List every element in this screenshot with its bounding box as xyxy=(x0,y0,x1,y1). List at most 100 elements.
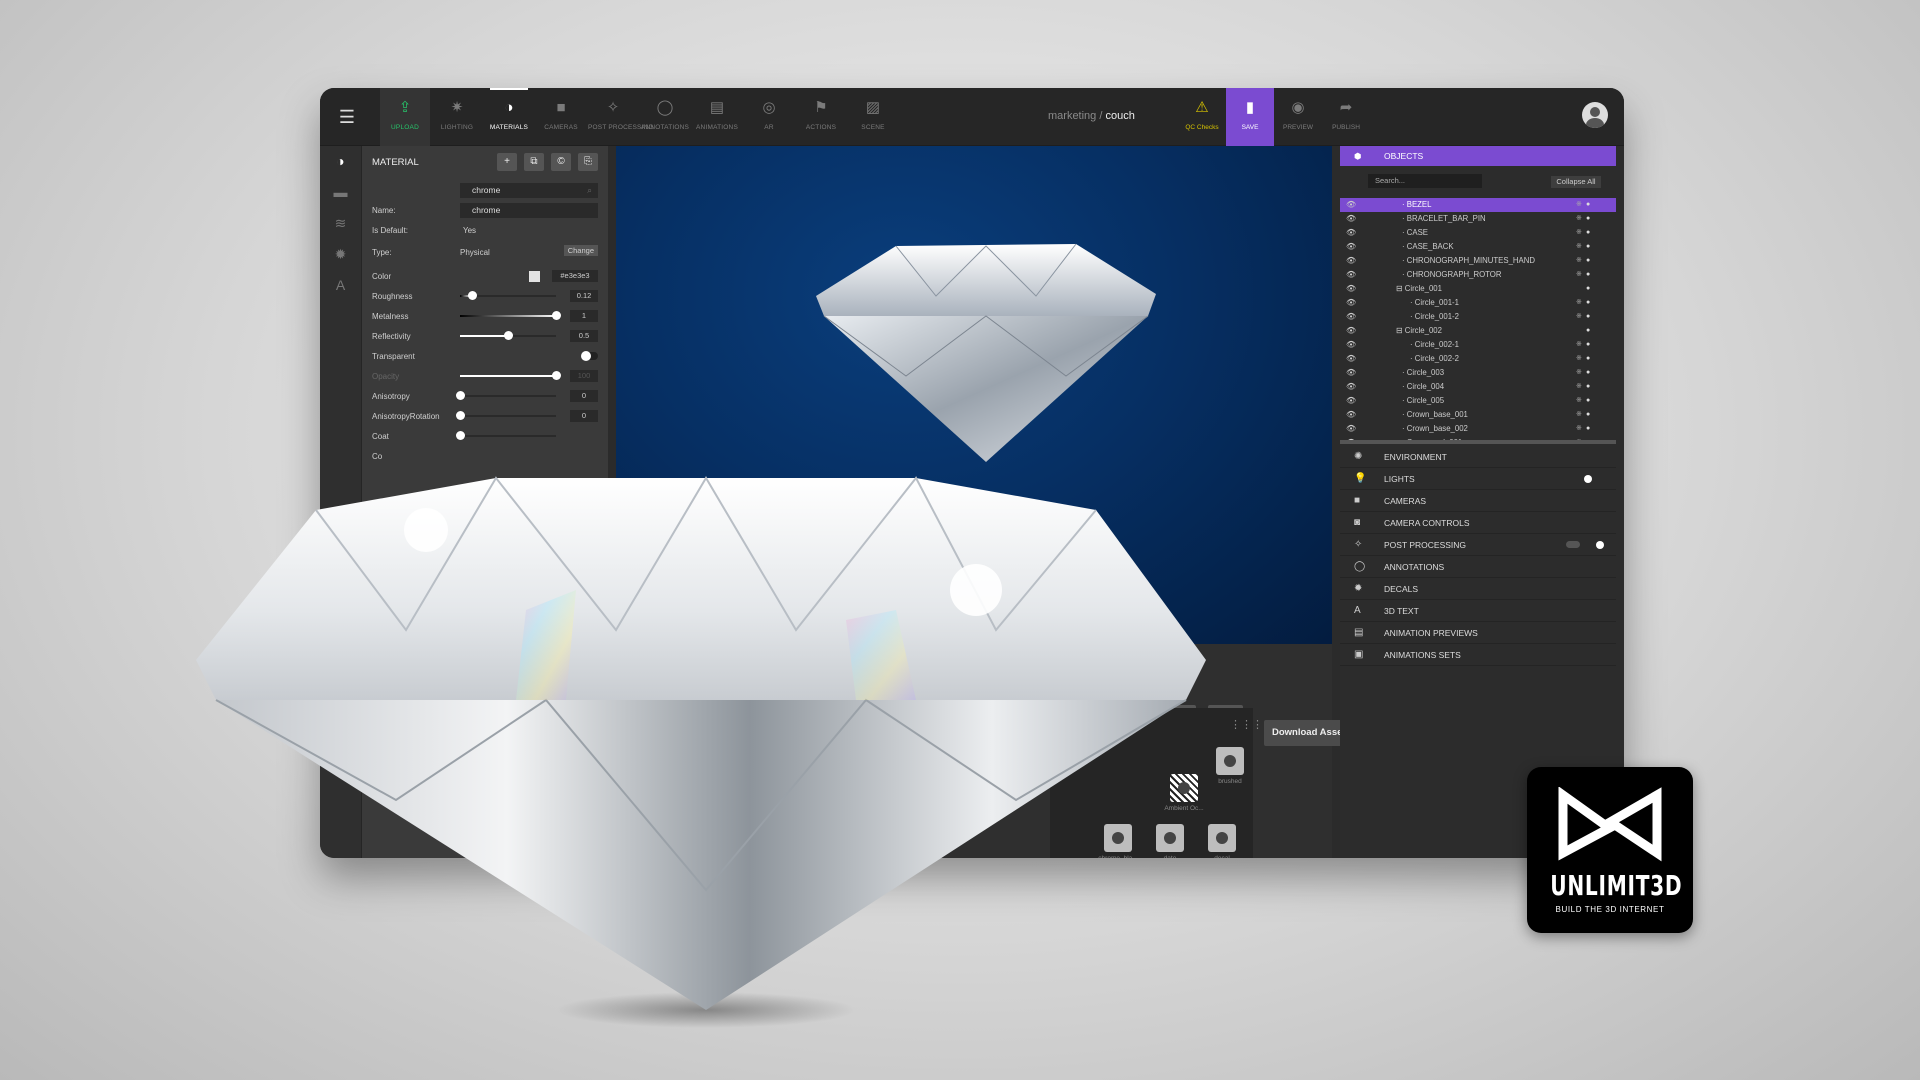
slider-handle[interactable] xyxy=(456,391,465,400)
transparent-toggle[interactable] xyxy=(581,351,598,361)
text-3d-icon[interactable]: A xyxy=(320,270,361,301)
object-settings-icon[interactable]: ● xyxy=(1586,394,1590,408)
opacity-slider[interactable] xyxy=(460,371,561,380)
paste-material-button[interactable]: ⎘ xyxy=(578,153,598,171)
tool-materials[interactable]: ◑ MATERIALS xyxy=(484,88,534,146)
collapse-group-icon[interactable]: ⊟ xyxy=(1396,326,1405,335)
color-swatch[interactable] xyxy=(529,271,540,282)
material-pattern-icon[interactable]: ※ xyxy=(1576,310,1582,324)
material-pattern-icon[interactable]: ※ xyxy=(1576,338,1582,352)
object-settings-icon[interactable]: ● xyxy=(1586,212,1590,226)
object-settings-icon[interactable]: ● xyxy=(1586,422,1590,436)
visibility-eye-icon[interactable]: 👁 xyxy=(1346,212,1356,226)
asset-thumbnail-brushed[interactable] xyxy=(1216,747,1244,775)
object-row[interactable]: 👁 · CHRONOGRAPH_MINUTES_HAND ※ ● xyxy=(1340,254,1616,268)
object-settings-icon[interactable]: ● xyxy=(1586,324,1590,338)
toolbar-save-button[interactable]: ▮ SAVE xyxy=(1226,88,1274,146)
visibility-eye-icon[interactable]: 👁 xyxy=(1346,240,1356,254)
material-pattern-icon[interactable]: ※ xyxy=(1576,226,1582,240)
section-animations-sets[interactable]: ▣ ANIMATIONS SETS xyxy=(1340,644,1616,666)
reflectivity-value-input[interactable]: 0.5 xyxy=(570,330,598,342)
anisotropyrotation-slider[interactable] xyxy=(456,411,556,420)
object-row[interactable]: 👁 · Circle_002-2 ※ ● xyxy=(1340,352,1616,366)
breadcrumb-workspace[interactable]: marketing xyxy=(1048,110,1096,122)
object-row[interactable]: 👁 · Circle_005 ※ ● xyxy=(1340,394,1616,408)
user-avatar[interactable] xyxy=(1582,102,1608,128)
slider-handle[interactable] xyxy=(504,331,513,340)
visibility-eye-icon[interactable]: 👁 xyxy=(1346,338,1356,352)
tool-post-processing[interactable]: ✧ POST PROCESSING xyxy=(588,88,654,146)
tool-annotations[interactable]: ◯ ANNOTATIONS xyxy=(640,88,690,146)
menu-icon[interactable]: ☰ xyxy=(334,104,360,130)
grid-view-icon[interactable]: ⋮⋮⋮ xyxy=(1230,718,1263,731)
object-settings-icon[interactable]: ● xyxy=(1586,198,1590,212)
material-pattern-icon[interactable]: ※ xyxy=(1576,366,1582,380)
visibility-eye-icon[interactable]: 👁 xyxy=(1346,380,1356,394)
object-row[interactable]: 👁 ⊟ Circle_002 ● xyxy=(1340,324,1616,338)
materials-icon[interactable]: ◑ xyxy=(320,146,361,177)
opacity-value-input[interactable]: 100 xyxy=(570,370,598,382)
material-search-input[interactable]: chrome ⌕ xyxy=(460,182,598,198)
slider-handle[interactable] xyxy=(456,431,465,440)
post-processing-enable-dot[interactable] xyxy=(1596,541,1604,549)
tool-ar[interactable]: ◎ AR xyxy=(744,88,794,146)
material-pattern-icon[interactable]: ※ xyxy=(1576,268,1582,282)
tool-scene[interactable]: ▨ SCENE xyxy=(848,88,898,146)
object-settings-icon[interactable]: ● xyxy=(1586,282,1590,296)
object-row[interactable]: 👁 · Circle_004 ※ ● xyxy=(1340,380,1616,394)
toolbar-qc-checks-button[interactable]: ⚠ QC Checks xyxy=(1178,88,1226,146)
object-settings-icon[interactable]: ● xyxy=(1586,380,1590,394)
post-processing-toggle[interactable] xyxy=(1566,541,1580,548)
collapse-group-icon[interactable]: ⊟ xyxy=(1396,284,1405,293)
decal-icon[interactable]: ✹ xyxy=(320,239,361,270)
object-row[interactable]: 👁 · Circle_003 ※ ● xyxy=(1340,366,1616,380)
material-pattern-icon[interactable]: ※ xyxy=(1576,422,1582,436)
material-pattern-icon[interactable]: ※ xyxy=(1576,380,1582,394)
tool-upload[interactable]: ⇪ UPLOAD xyxy=(380,88,430,146)
slider-handle[interactable] xyxy=(467,291,477,300)
object-row[interactable]: 👁 ⊟ Circle_001 ● xyxy=(1340,282,1616,296)
change-type-button[interactable]: Change xyxy=(563,245,598,256)
material-pattern-icon[interactable]: ※ xyxy=(1576,254,1582,268)
object-settings-icon[interactable]: ● xyxy=(1586,408,1590,422)
slider-handle[interactable] xyxy=(456,411,465,420)
section-annotations[interactable]: ◯ ANNOTATIONS xyxy=(1340,556,1616,578)
object-settings-icon[interactable]: ● xyxy=(1586,254,1590,268)
visibility-eye-icon[interactable]: 👁 xyxy=(1346,352,1356,366)
section-environment[interactable]: ✺ ENVIRONMENT xyxy=(1340,446,1616,468)
object-settings-icon[interactable]: ● xyxy=(1586,366,1590,380)
material-name-input[interactable]: chrome xyxy=(460,202,598,218)
visibility-eye-icon[interactable]: 👁 xyxy=(1346,310,1356,324)
copy-material-button[interactable]: © xyxy=(551,153,571,171)
section-cameras[interactable]: ■ CAMERAS xyxy=(1340,490,1616,512)
objects-header[interactable]: ⬢ OBJECTS xyxy=(1340,146,1616,166)
material-pattern-icon[interactable]: ※ xyxy=(1576,198,1582,212)
material-pattern-icon[interactable]: ※ xyxy=(1576,352,1582,366)
visibility-eye-icon[interactable]: 👁 xyxy=(1346,226,1356,240)
object-settings-icon[interactable]: ● xyxy=(1586,310,1590,324)
slider-handle[interactable] xyxy=(552,311,561,320)
visibility-eye-icon[interactable]: 👁 xyxy=(1346,198,1356,212)
section-3d-text[interactable]: A 3D TEXT xyxy=(1340,600,1616,622)
visibility-eye-icon[interactable]: 👁 xyxy=(1346,296,1356,310)
object-settings-icon[interactable]: ● xyxy=(1586,268,1590,282)
folder-icon[interactable]: ▬ xyxy=(320,177,361,208)
section-decals[interactable]: ✹ DECALS xyxy=(1340,578,1616,600)
material-pattern-icon[interactable]: ※ xyxy=(1576,408,1582,422)
material-pattern-icon[interactable]: ※ xyxy=(1576,296,1582,310)
coat-slider[interactable] xyxy=(456,431,556,440)
visibility-eye-icon[interactable]: 👁 xyxy=(1346,422,1356,436)
visibility-eye-icon[interactable]: 👁 xyxy=(1346,408,1356,422)
duplicate-material-button[interactable]: ⧉ xyxy=(524,153,544,171)
visibility-eye-icon[interactable]: 👁 xyxy=(1346,268,1356,282)
tool-cameras[interactable]: ■ CAMERAS xyxy=(536,88,586,146)
section-post-processing[interactable]: ✧ POST PROCESSING xyxy=(1340,534,1616,556)
object-settings-icon[interactable]: ● xyxy=(1586,352,1590,366)
visibility-eye-icon[interactable]: 👁 xyxy=(1346,394,1356,408)
visibility-eye-icon[interactable]: 👁 xyxy=(1346,254,1356,268)
collapse-all-button[interactable]: Collapse All xyxy=(1551,176,1601,188)
object-tree-scrollbar[interactable] xyxy=(1340,440,1616,444)
object-row[interactable]: 👁 · Circle_001-1 ※ ● xyxy=(1340,296,1616,310)
slider-handle[interactable] xyxy=(552,371,561,380)
object-row[interactable]: 👁 · BEZEL ※ ● xyxy=(1340,198,1616,212)
